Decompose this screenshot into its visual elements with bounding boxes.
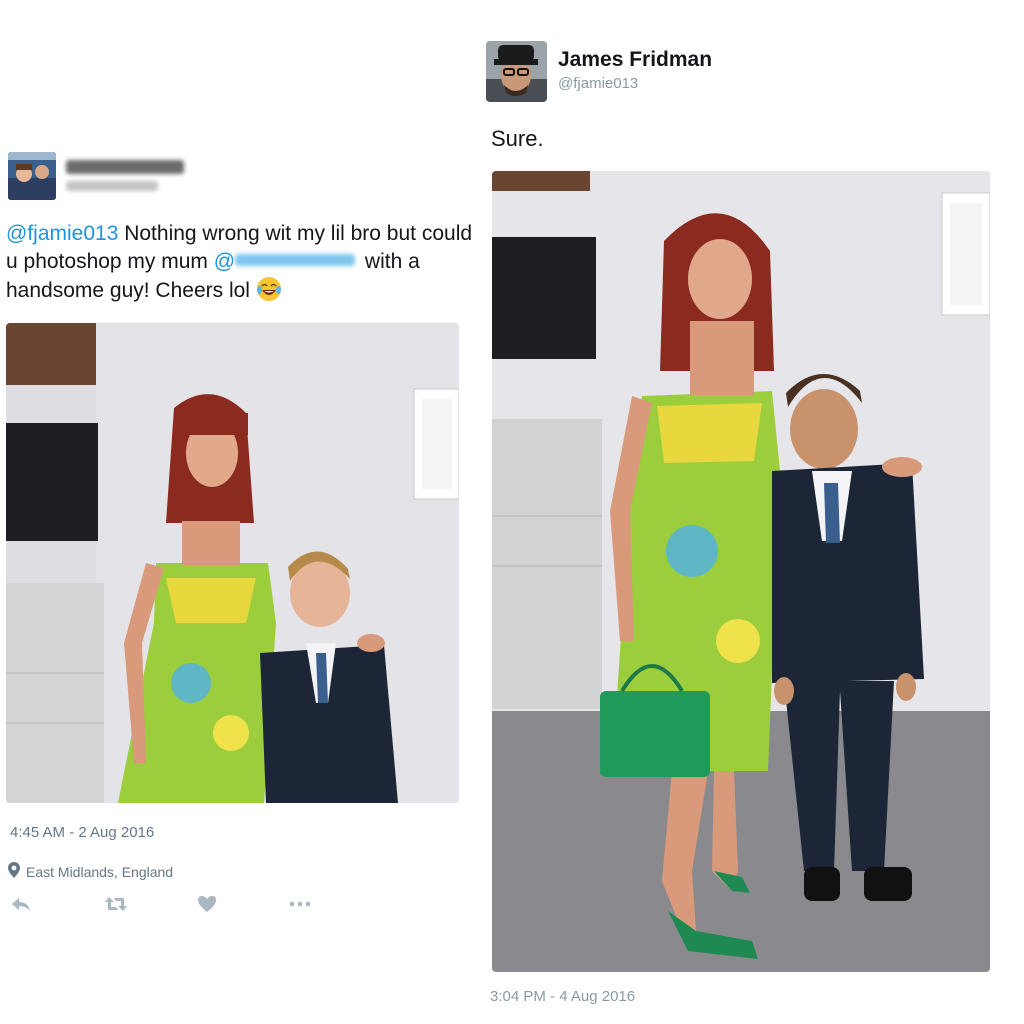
redacted-mention[interactable]: @ [214,250,359,273]
tweet-photo[interactable] [6,323,459,803]
reply-icon[interactable] [10,893,32,915]
user-handle[interactable]: @fjamie013 [558,75,638,92]
avatar[interactable] [486,41,547,102]
tweet-location[interactable]: East Midlands, England [8,862,173,881]
tweet-text: Sure. [491,126,544,151]
tweet-text: @fjamie013 Nothing wrong wit my lil bro … [6,220,476,305]
more-icon[interactable] [288,893,311,915]
tears-of-joy-emoji-icon [256,276,282,302]
like-icon[interactable] [196,893,218,915]
avatar[interactable] [8,152,56,200]
tweet-timestamp[interactable]: 3:04 PM - 4 Aug 2016 [490,988,635,1005]
tweet-timestamp[interactable]: 4:45 AM - 2 Aug 2016 [10,824,154,841]
display-name[interactable]: James Fridman [558,48,712,72]
location-pin-icon [8,862,20,881]
tweet-photo[interactable] [492,171,990,972]
mention-blur [235,254,356,266]
redacted-handle [66,181,158,191]
mention-prefix: @ [213,250,236,273]
tweet-actions [8,893,318,915]
redacted-display-name [66,160,184,174]
location-label: East Midlands, England [26,863,174,880]
retweet-icon[interactable] [104,893,127,915]
photo-image [6,323,459,803]
mention-link[interactable]: @fjamie013 [6,222,118,245]
photo-image [492,171,990,972]
